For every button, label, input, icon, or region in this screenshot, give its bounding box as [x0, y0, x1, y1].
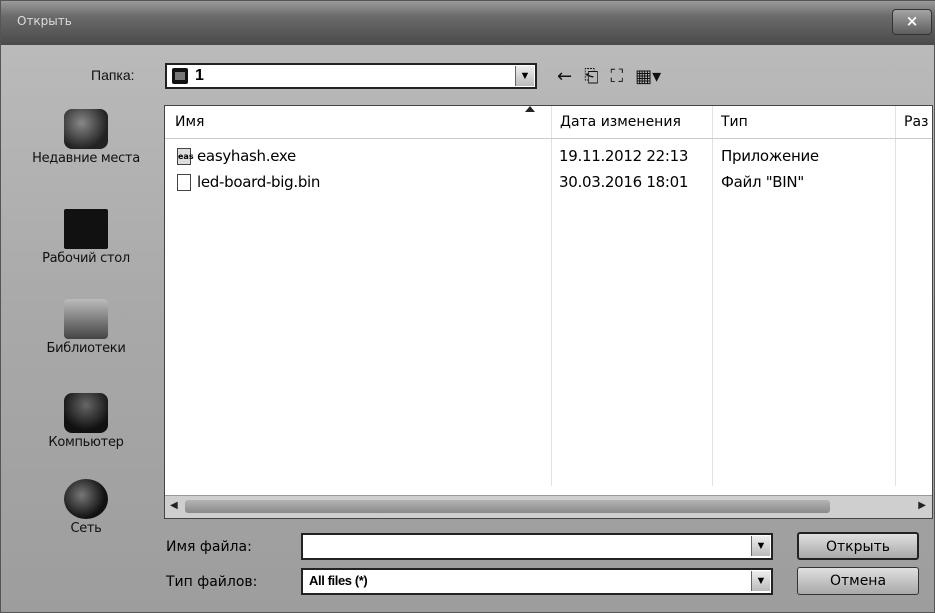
table-row[interactable]: led-board-big.bin 30.03.2016 18:01 Файл … — [165, 172, 932, 194]
folder-icon — [172, 68, 188, 84]
filename-input[interactable]: ▼ — [301, 533, 773, 560]
back-icon[interactable]: ← — [557, 66, 572, 87]
folder-label: Папка: — [91, 67, 135, 83]
place-label: Рабочий стол — [42, 251, 130, 266]
column-header-name[interactable]: Имя — [175, 106, 204, 138]
filetype-select[interactable]: All files (*) ▼ — [301, 568, 773, 595]
header-separator — [165, 138, 932, 139]
horizontal-scrollbar[interactable]: ◀ ▶ — [165, 495, 932, 518]
folder-value: 1 — [195, 67, 204, 84]
libraries-icon — [64, 299, 108, 339]
window-title: Открыть — [17, 14, 72, 28]
filename-label: Имя файла: — [166, 539, 252, 555]
file-type: Приложение — [721, 147, 819, 165]
place-label: Компьютер — [48, 435, 124, 450]
chevron-down-icon[interactable]: ▼ — [515, 66, 534, 86]
place-label: Недавние места — [32, 151, 140, 166]
view-menu-icon[interactable]: ▦▾ — [635, 66, 661, 87]
column-header-type[interactable]: Тип — [721, 106, 748, 138]
chevron-down-icon[interactable]: ▼ — [751, 536, 770, 556]
toolbar: ← ⎗ ⛶ ▦▾ — [557, 64, 661, 88]
file-icon — [177, 174, 191, 191]
recent-places-icon — [64, 109, 108, 149]
exe-icon: eas — [177, 148, 194, 165]
scroll-right-icon[interactable]: ▶ — [918, 500, 926, 511]
place-network[interactable]: Сеть — [11, 479, 161, 537]
column-header-size[interactable]: Раз — [904, 106, 928, 138]
up-folder-icon[interactable]: ⎗ — [584, 66, 598, 87]
title-bar[interactable]: Открыть × — [1, 1, 935, 45]
open-file-dialog: Открыть × Папка: 1 ▼ ← ⎗ ⛶ ▦▾ Недавние м… — [0, 0, 935, 613]
open-button[interactable]: Открыть — [797, 532, 919, 560]
filetype-value: All files (*) — [309, 573, 368, 588]
place-label: Библиотеки — [46, 341, 126, 356]
table-row[interactable]: eas easyhash.exe 19.11.2012 22:13 Прилож… — [165, 146, 932, 168]
computer-icon — [64, 393, 108, 433]
file-name: easyhash.exe — [197, 147, 296, 165]
file-list[interactable]: Имя Дата изменения Тип Раз eas easyhash.… — [164, 105, 933, 519]
network-icon — [64, 479, 108, 519]
place-computer[interactable]: Компьютер — [11, 393, 161, 451]
sort-ascending-icon — [525, 106, 535, 112]
place-label: Сеть — [70, 521, 102, 536]
place-recent[interactable]: Недавние места — [11, 109, 161, 167]
scrollbar-thumb[interactable] — [185, 500, 830, 513]
place-desktop[interactable]: Рабочий стол — [11, 209, 161, 267]
filetype-label: Тип файлов: — [166, 574, 258, 590]
place-libraries[interactable]: Библиотеки — [11, 299, 161, 357]
chevron-down-icon[interactable]: ▼ — [751, 571, 770, 591]
file-name: led-board-big.bin — [197, 173, 321, 191]
file-modified: 30.03.2016 18:01 — [559, 173, 689, 191]
scroll-left-icon[interactable]: ◀ — [170, 500, 178, 511]
file-type: Файл "BIN" — [721, 173, 804, 191]
file-modified: 19.11.2012 22:13 — [559, 147, 689, 165]
places-bar: Недавние места Рабочий стол Библиотеки К… — [11, 101, 161, 561]
new-folder-icon[interactable]: ⛶ — [611, 66, 624, 87]
close-button[interactable]: × — [892, 9, 932, 35]
desktop-icon — [64, 209, 108, 249]
cancel-button[interactable]: Отмена — [797, 567, 919, 595]
column-header-modified[interactable]: Дата изменения — [560, 106, 681, 138]
folder-dropdown[interactable]: 1 ▼ — [165, 63, 537, 89]
